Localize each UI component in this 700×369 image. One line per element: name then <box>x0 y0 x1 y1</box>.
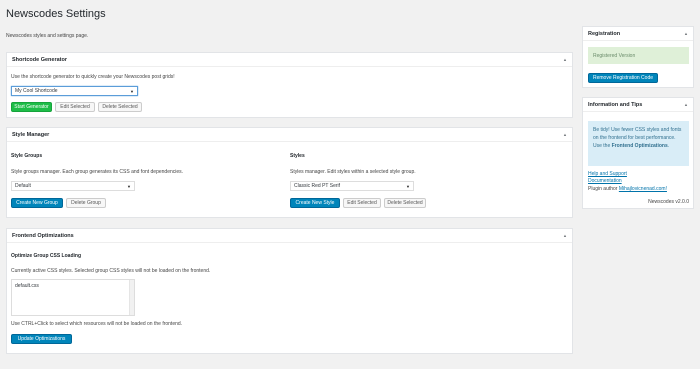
style-group-select[interactable]: Default ▼ <box>11 181 135 191</box>
caret-up-icon[interactable]: ▲ <box>684 31 688 36</box>
optimize-description: Currently active CSS styles. Selected gr… <box>11 268 211 274</box>
registration-panel: Registration ▲ Registered Version Remove… <box>582 26 694 88</box>
shortcode-panel: Shortcode Generator ▲ Use the shortcode … <box>6 52 573 118</box>
chevron-down-icon: ▼ <box>130 88 134 94</box>
shortcode-description: Use the shortcode generator to quickly c… <box>11 74 175 80</box>
caret-up-icon[interactable]: ▲ <box>684 102 688 107</box>
plugin-author: Plugin author Mihajlovicnenad.com! <box>588 186 667 192</box>
style-group-select-value: Default <box>15 183 31 189</box>
tip-bold: Frontend Optimizations <box>611 143 668 149</box>
style-manager-title: Style Manager <box>12 131 50 138</box>
style-manager-panel: Style Manager ▲ Style Groups Style group… <box>6 127 573 218</box>
info-panel: Information and Tips ▲ Be tidy! Use fewe… <box>582 97 694 209</box>
create-new-style-button[interactable]: Create New Style <box>290 198 340 208</box>
css-resources-list[interactable]: default.css <box>11 279 135 316</box>
shortcode-select-value: My Cool Shortcode <box>15 88 58 94</box>
optimize-heading: Optimize Group CSS Loading <box>11 253 81 259</box>
info-title: Information and Tips <box>588 101 643 108</box>
caret-up-icon[interactable]: ▲ <box>563 57 567 62</box>
delete-group-button[interactable]: Delete Group <box>66 198 106 208</box>
optimize-hint: Use CTRL+Click to select which resources… <box>11 321 183 327</box>
documentation-link[interactable]: Documentation <box>588 178 622 184</box>
create-new-group-button[interactable]: Create New Group <box>11 198 63 208</box>
chevron-down-icon: ▼ <box>406 183 410 189</box>
style-groups-heading: Style Groups <box>11 153 43 159</box>
shortcode-select[interactable]: My Cool Shortcode ▼ <box>11 86 138 96</box>
registered-status: Registered Version <box>588 47 689 64</box>
shortcode-panel-title: Shortcode Generator <box>12 56 68 63</box>
frontend-panel-title: Frontend Optimizations <box>12 232 74 239</box>
author-label: Plugin author <box>588 186 619 192</box>
update-optimizations-button[interactable]: Update Optimizations <box>11 334 72 344</box>
style-select-value: Classic Red PT Serif <box>294 183 341 189</box>
start-generator-button[interactable]: Start Generator <box>11 102 52 112</box>
remove-registration-button[interactable]: Remove Registration Code <box>588 73 658 83</box>
chevron-down-icon: ▼ <box>127 183 131 189</box>
list-item[interactable]: default.css <box>15 283 131 289</box>
styles-heading: Styles <box>290 153 305 159</box>
caret-up-icon[interactable]: ▲ <box>563 132 567 137</box>
style-select[interactable]: Classic Red PT Serif ▼ <box>290 181 414 191</box>
edit-selected-style-button[interactable]: Edit Selected <box>343 198 381 208</box>
version-label: Newscodes v2.0.0 <box>648 199 689 205</box>
author-link[interactable]: Mihajlovicnenad.com! <box>619 186 667 192</box>
frontend-panel: Frontend Optimizations ▲ Optimize Group … <box>6 228 573 354</box>
edit-selected-button[interactable]: Edit Selected <box>55 102 95 112</box>
delete-selected-button[interactable]: Delete Selected <box>98 102 142 112</box>
tip-box: Be tidy! Use fewer CSS styles and fonts … <box>588 121 689 166</box>
registration-title: Registration <box>588 30 621 37</box>
page-subtitle: Newscodes styles and settings page. <box>6 33 89 39</box>
styles-description: Styles manager. Edit styles within a sel… <box>290 169 416 175</box>
tip-end: . <box>667 143 670 149</box>
caret-up-icon[interactable]: ▲ <box>563 233 567 238</box>
delete-selected-style-button[interactable]: Delete Selected <box>384 198 426 208</box>
scrollbar[interactable] <box>129 280 134 315</box>
page-title: Newscodes Settings <box>6 8 106 20</box>
help-support-link[interactable]: Help and Support <box>588 171 627 177</box>
style-groups-description: Style groups manager. Each group generat… <box>11 169 184 175</box>
